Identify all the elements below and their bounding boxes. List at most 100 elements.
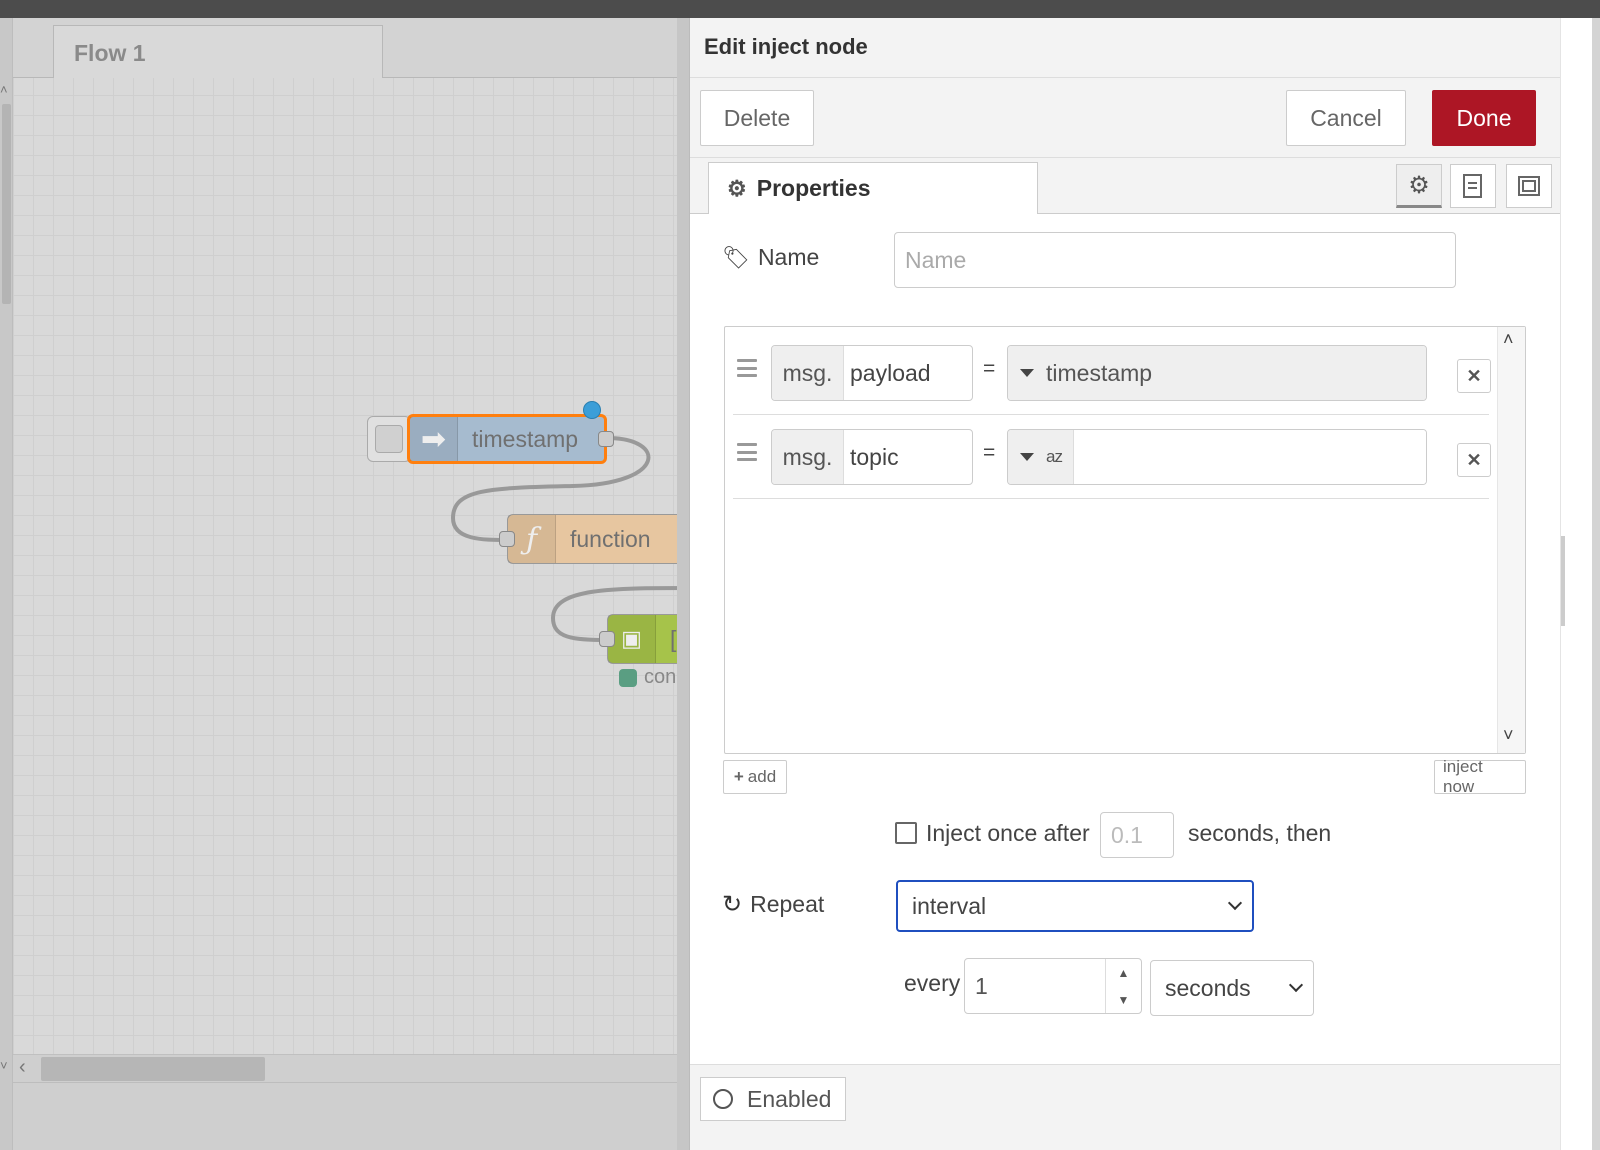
repeat-label: ↻ Repeat (722, 890, 824, 919)
cancel-button[interactable]: Cancel (1286, 90, 1406, 146)
repeat-select[interactable]: interval (896, 880, 1254, 932)
inject-now-button[interactable]: inject now (1434, 757, 1526, 796)
horizontal-scrollbar[interactable]: ‹ (13, 1054, 690, 1082)
repeat-label-text: Repeat (750, 891, 825, 917)
property-name-field[interactable]: msg. topic (771, 429, 973, 485)
settings-tab-icon[interactable]: ⚙ (1396, 164, 1442, 208)
tray-scroll-thumb[interactable] (1561, 536, 1565, 626)
caret-down-icon (1020, 453, 1034, 461)
type-select[interactable]: timestamp (1008, 346, 1426, 400)
function-input-port[interactable] (499, 531, 515, 547)
scroll-up-icon[interactable]: ˄ (0, 82, 8, 97)
workspace-tabbar: Flow 1 (13, 18, 690, 79)
top-bar (0, 0, 1600, 18)
drag-handle-icon[interactable] (737, 443, 757, 461)
tray-resize-handle[interactable] (677, 18, 689, 1150)
close-icon: ✕ (1466, 365, 1482, 386)
function-node[interactable]: ƒ function (507, 514, 690, 564)
function-node-label: function (570, 525, 651, 552)
spinner-up-icon[interactable]: ▲ (1118, 966, 1130, 980)
tray-title: Edit inject node (690, 18, 1591, 78)
name-label: 🏷 Name (722, 244, 819, 271)
inject-button[interactable] (367, 416, 411, 462)
description-tab-icon[interactable] (1450, 164, 1496, 208)
repeat-value: interval (912, 892, 987, 919)
name-input[interactable]: Name (894, 232, 1456, 288)
add-property-button[interactable]: + add (723, 760, 787, 794)
tray-footer: Enabled (690, 1064, 1560, 1150)
function-icon: ƒ (508, 515, 556, 563)
gear-icon: ⚙ (727, 175, 747, 201)
list-item: msg. topic = az ✕ (733, 415, 1491, 499)
arrow-right-icon: ➡ (410, 417, 458, 461)
delete-button[interactable]: Delete (700, 90, 814, 146)
property-value-field[interactable]: timestamp (1007, 345, 1427, 401)
type-label: timestamp (1046, 359, 1153, 386)
tab-properties[interactable]: ⚙ Properties (708, 162, 1038, 215)
tray-toolbar: Delete Cancel Done (690, 78, 1560, 158)
enabled-toggle[interactable]: Enabled (700, 1077, 846, 1121)
chevron-down-icon (1288, 977, 1304, 993)
tab-properties-label: Properties (756, 175, 871, 201)
property-list: msg. payload = timestamp ✕ msg. topic = … (724, 326, 1526, 754)
list-scrollbar[interactable]: ˄ ˅ (1497, 327, 1525, 753)
inject-once-label: Inject once after (926, 820, 1090, 846)
property-name-field[interactable]: msg. payload (771, 345, 973, 401)
scroll-down-icon[interactable]: ˅ (0, 1058, 8, 1073)
units-value: seconds (1165, 974, 1251, 1001)
spinner-down-icon[interactable]: ▼ (1118, 993, 1130, 1007)
topic-value-input[interactable] (1074, 430, 1426, 484)
inject-node[interactable]: ➡ timestamp (407, 414, 607, 464)
type-select[interactable]: az (1008, 430, 1074, 484)
interval-value: 1 (975, 972, 988, 999)
add-label: add (747, 767, 777, 786)
drag-handle-icon[interactable] (737, 359, 757, 377)
gear-icon: ⚙ (1408, 171, 1430, 199)
chevron-down-icon[interactable]: ˅ (1503, 725, 1514, 746)
inject-once-delay-input[interactable]: 0.1 (1100, 812, 1174, 858)
inject-output-port[interactable] (598, 431, 614, 447)
document-icon (1463, 174, 1482, 198)
window-icon (1518, 176, 1540, 196)
plus-icon: + (733, 767, 744, 786)
tray-tabs: ⚙ Properties ⚙ (690, 158, 1560, 215)
vertical-scrollbar[interactable]: ˄ ˅ (0, 18, 13, 1150)
tray-scrollbar[interactable] (1560, 18, 1592, 1150)
msg-prefix: msg. (772, 430, 844, 484)
done-button[interactable]: Done (1432, 90, 1536, 146)
property-value-field[interactable]: az (1007, 429, 1427, 485)
property-key: payload (850, 359, 931, 386)
tab-flow-1[interactable]: Flow 1 (53, 25, 383, 79)
name-placeholder: Name (905, 246, 967, 273)
enabled-label: Enabled (747, 1085, 832, 1112)
circle-icon (713, 1089, 733, 1109)
network-icon: ▣ (608, 615, 656, 663)
output-status-text: con (644, 666, 677, 688)
output-status-dot (619, 669, 637, 687)
interval-input[interactable]: 1 ▲ ▼ (964, 958, 1142, 1014)
hscroll-thumb[interactable] (41, 1057, 265, 1081)
wires (450, 436, 690, 642)
workspace: ˄ ˅ Flow 1 ➡ timestamp ƒ function ▣ [co… (0, 18, 690, 1150)
workspace-footer (13, 1082, 690, 1150)
chevron-down-icon (1227, 895, 1243, 911)
interval-spinner[interactable]: ▲ ▼ (1105, 959, 1141, 1013)
string-type-icon: az (1046, 447, 1063, 466)
scroll-thumb[interactable] (2, 104, 11, 304)
inject-once-checkbox[interactable] (895, 822, 917, 844)
caret-down-icon (1020, 369, 1034, 377)
remove-row-button[interactable]: ✕ (1457, 443, 1491, 477)
list-item: msg. payload = timestamp ✕ (733, 331, 1491, 415)
interval-units-select[interactable]: seconds (1150, 960, 1314, 1016)
flow-canvas[interactable]: ➡ timestamp ƒ function ▣ [ con (13, 78, 690, 1054)
appearance-tab-icon[interactable] (1506, 164, 1552, 208)
chevron-up-icon[interactable]: ˄ (1503, 329, 1514, 350)
equals-sign: = (983, 441, 996, 464)
scroll-left-icon[interactable]: ‹ (19, 1056, 26, 1079)
remove-row-button[interactable]: ✕ (1457, 359, 1491, 393)
delay-value: 0.1 (1111, 821, 1143, 848)
tray-body: 🏷 Name Name msg. payload = timestamp ✕ m… (690, 214, 1560, 1084)
refresh-icon: ↻ (722, 891, 743, 918)
node-changed-dot (583, 401, 601, 419)
output-input-port[interactable] (599, 631, 615, 647)
